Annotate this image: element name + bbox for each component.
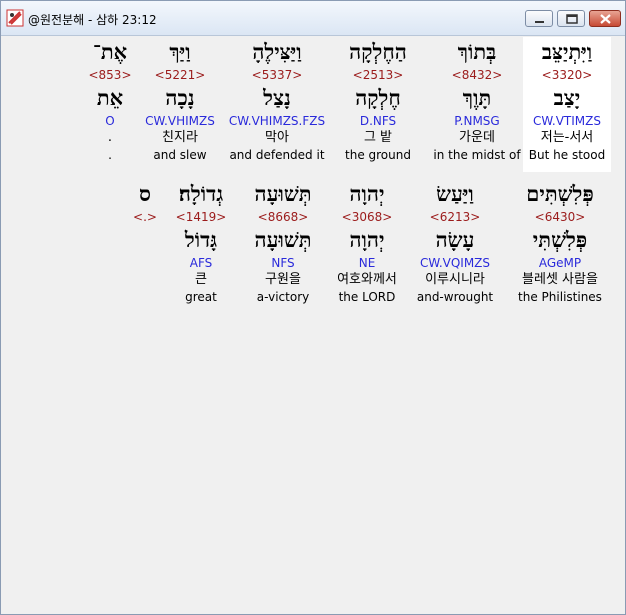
hebrew-lemma: עָשָׂה — [435, 227, 475, 252]
korean-gloss: 가운데 — [459, 130, 495, 145]
strong-number[interactable]: <5337> — [227, 67, 327, 83]
english-gloss: and defended it — [229, 148, 325, 162]
strong-number[interactable]: <6430> — [510, 209, 610, 225]
strong-number[interactable]: <.> — [95, 209, 195, 225]
title-bar[interactable]: @원전분해 - 삼하 23:12 — [1, 1, 625, 36]
hebrew-lemma: תָּוֶךְ — [462, 85, 492, 110]
hebrew-word: בְּתוֹךְ — [457, 39, 497, 64]
app-logo-icon — [6, 9, 24, 27]
strong-number[interactable]: <2513> — [328, 67, 428, 83]
hebrew-lemma: נָצַל — [263, 85, 291, 110]
english-gloss: great — [185, 290, 217, 304]
english-gloss: the Philistines — [518, 290, 602, 304]
close-icon — [600, 14, 611, 24]
morphology-code: CW.VTIMZS — [533, 114, 601, 128]
hebrew-word: ס — [139, 181, 151, 206]
strong-number[interactable]: <3320> — [517, 67, 617, 83]
strong-number[interactable]: <8432> — [427, 67, 527, 83]
korean-gloss: 그 밭 — [363, 130, 393, 145]
korean-gloss: . — [107, 130, 113, 145]
hebrew-word: וַיִּתְיַצֵּב — [541, 39, 593, 64]
word-column[interactable]: פְּלִשְׁתִּים <6430> פְּלִשְׁתִּי AGeMP … — [510, 179, 610, 305]
morphology-code: CW.VHIMZS.FZS — [228, 114, 326, 128]
strong-number[interactable]: <853> — [60, 67, 160, 83]
word-column[interactable]: הַחֶלְקָה <2513> חֶלְקָה D.NFS 그 밭 the g… — [328, 37, 428, 163]
morphology-code: AGeMP — [538, 256, 582, 270]
word-column[interactable]: וַיַּצִּילֶהָ <5337> נָצַל CW.VHIMZS.FZS… — [227, 37, 327, 163]
english-gloss: . — [108, 148, 112, 162]
word-column[interactable]: בְּתוֹךְ <8432> תָּוֶךְ P.NMSG 가운데 in th… — [427, 37, 527, 163]
strong-number[interactable]: <6213> — [405, 209, 505, 225]
maximize-button[interactable] — [557, 10, 585, 27]
word-column[interactable]: אֶת־ <853> אֵת O . . — [60, 37, 160, 163]
hebrew-word: הַחֶלְקָה — [349, 39, 407, 64]
korean-gloss: 이루시니라 — [425, 272, 485, 287]
minimize-icon — [535, 21, 544, 23]
morphology-code: O — [105, 114, 115, 128]
english-gloss: But he stood — [528, 148, 606, 162]
korean-gloss: 큰 — [195, 272, 207, 287]
hebrew-lemma: חֶלְקָה — [355, 85, 401, 110]
english-gloss: the ground — [345, 148, 411, 162]
hebrew-word: אֶת־ — [92, 39, 128, 64]
window-title: @원전분해 - 삼하 23:12 — [28, 13, 157, 27]
hebrew-lemma: גָּדוֹל — [184, 227, 218, 252]
main-window: @원전분해 - 삼하 23:12 וַיִּתְיַצֵּב <3320> יָ… — [0, 0, 626, 615]
word-column[interactable]: וַיַּעַשׂ <6213> עָשָׂה CW.VQIMZS 이루시니라 … — [405, 179, 505, 305]
word-column[interactable]: ס <.> — [95, 179, 195, 225]
english-gloss: in the midst of — [433, 148, 521, 162]
maximize-icon — [566, 14, 578, 24]
korean-gloss: 저는-서서 — [540, 130, 594, 145]
morphology-code: AFS — [189, 256, 213, 270]
english-gloss: and-wrought — [416, 290, 494, 304]
hebrew-lemma: פְּלִשְׁתִּי — [532, 227, 588, 252]
hebrew-lemma: אֵת — [96, 85, 124, 110]
korean-gloss: 막아 — [265, 130, 289, 145]
close-button[interactable] — [589, 10, 621, 27]
morphology-code: CW.VQIMZS — [419, 256, 491, 270]
minimize-button[interactable] — [525, 10, 553, 27]
korean-gloss: 블레셋 사람을 — [522, 272, 598, 287]
hebrew-lemma: יָצַב — [553, 85, 581, 110]
hebrew-word: וַיַּצִּילֶהָ — [252, 39, 302, 64]
hebrew-word: וַיַּעַשׂ — [436, 181, 474, 206]
morphology-code: P.NMSG — [454, 114, 500, 128]
word-column[interactable]: וַיִּתְיַצֵּב <3320> יָצַב CW.VTIMZS 저는-… — [517, 37, 617, 163]
hebrew-word: פְּלִשְׁתִּים — [526, 181, 594, 206]
interlinear-view: וַיִּתְיַצֵּב <3320> יָצַב CW.VTIMZS 저는-… — [5, 37, 619, 609]
morphology-code: D.NFS — [359, 114, 397, 128]
